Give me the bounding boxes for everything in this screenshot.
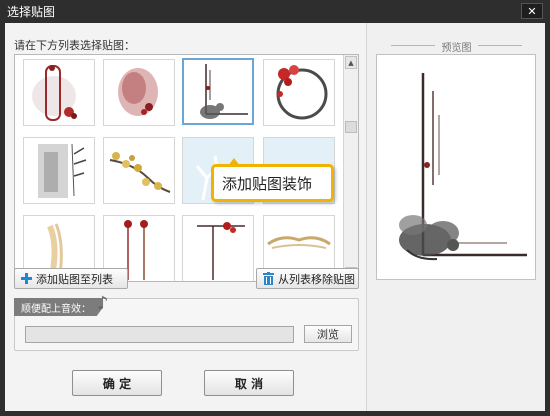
red-frame-ornament-icon [32, 65, 77, 121]
scroll-up-button[interactable]: ▲ [345, 56, 357, 69]
close-button[interactable]: ✕ [521, 3, 543, 19]
chevron-up-icon: ▲ [348, 58, 354, 67]
ink-circle-plum-icon [276, 65, 328, 120]
ink-wash-bloom-icon [118, 68, 158, 116]
trash-icon [263, 272, 274, 285]
add-sticker-tooltip: 添加贴图装饰 [211, 158, 334, 202]
remove-from-list-button[interactable]: 从列表移除贴图 [256, 268, 359, 289]
audio-label-text: 顺便配上音效： [21, 303, 91, 315]
ink-corner-flower-icon [200, 64, 248, 119]
preview-panel: 预览图 [366, 23, 545, 411]
audio-label: 顺便配上音效： [14, 298, 102, 316]
window-title: 选择贴图 [7, 5, 56, 19]
ok-button[interactable]: 确 定 [72, 370, 162, 396]
music-note-icon: ♪ [97, 293, 109, 314]
scrollbar-thumb[interactable] [345, 121, 357, 133]
tooltip-arrow [228, 158, 240, 166]
cancel-button[interactable]: 取 消 [204, 370, 294, 396]
ink-corner-flower-preview [399, 73, 527, 261]
preview-image [376, 54, 536, 280]
yellow-plum-blossom-icon [109, 152, 171, 193]
tooltip-text: 添加贴图装饰 [222, 175, 313, 193]
bamboo-ink-icon [38, 143, 87, 198]
thumb-ink-corner-flower[interactable] [182, 58, 254, 125]
thumb-red-frame-ornament[interactable] [23, 59, 95, 126]
audio-panel: 顺便配上音效： ♪ 浏览 [14, 293, 359, 351]
close-icon: ✕ [527, 4, 537, 18]
thumb-yellow-plum-blossom[interactable] [103, 137, 175, 204]
dialog-content: 请在下方列表选择贴图： ▲ 添加贴图装饰 添加贴图至列表 从列表移除贴图 顺便配… [5, 23, 545, 411]
choose-sticker-dialog: 选择贴图 ✕ 请在下方列表选择贴图： ▲ 添加贴图装饰 添加贴图至列表 从列表移… [0, 0, 550, 416]
thumb-bamboo-ink[interactable] [23, 137, 95, 204]
instruction-label: 请在下方列表选择贴图： [14, 39, 135, 52]
thumb-red-berry-frame[interactable] [182, 215, 254, 281]
remove-from-list-label: 从列表移除贴图 [278, 272, 355, 286]
gallery-scrollbar[interactable]: ▲ ▼ [343, 55, 358, 281]
browse-button[interactable]: 浏览 [304, 325, 352, 343]
add-to-list-button[interactable]: 添加贴图至列表 [14, 268, 128, 289]
thumb-ink-circle-plum[interactable] [263, 59, 335, 126]
audio-file-field[interactable] [25, 326, 294, 343]
preview-label: 预览图 [441, 43, 472, 54]
add-to-list-label: 添加贴图至列表 [36, 272, 113, 286]
red-berry-frame-icon [197, 222, 245, 280]
left-panel: 请在下方列表选择贴图： ▲ 添加贴图装饰 添加贴图至列表 从列表移除贴图 顺便配… [5, 23, 366, 411]
plus-icon [21, 273, 32, 284]
thumb-ink-wash-bloom[interactable] [103, 59, 175, 126]
title-bar: 选择贴图 ✕ [5, 0, 545, 22]
